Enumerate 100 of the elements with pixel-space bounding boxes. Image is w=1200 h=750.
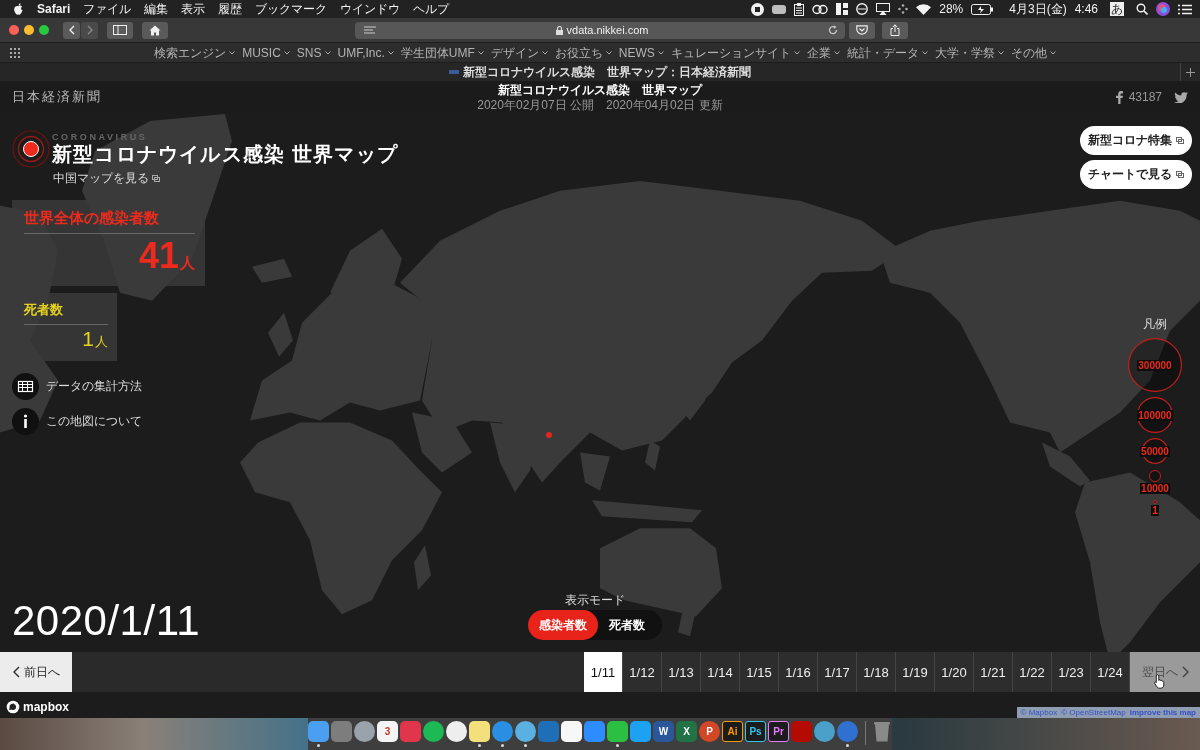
bookmark-folder[interactable]: 統計・データ xyxy=(846,45,928,60)
map-title: 新型コロナウイルス感染 世界マップ xyxy=(52,142,398,167)
newspaper-logo[interactable]: 日本経済新聞 xyxy=(12,88,102,106)
clipboard-icon[interactable] xyxy=(794,2,805,16)
legend-label: 10000 xyxy=(1140,483,1170,494)
reload-icon[interactable] xyxy=(828,25,838,35)
menu-list-icon[interactable] xyxy=(1178,3,1192,15)
sphere-icon[interactable] xyxy=(1156,2,1170,16)
back-button[interactable] xyxy=(63,21,80,39)
app-icon[interactable]: Ai xyxy=(722,721,743,742)
app-icon[interactable] xyxy=(515,721,536,742)
facebook-icon[interactable] xyxy=(1115,90,1123,104)
battery-icon[interactable] xyxy=(971,3,994,15)
stat-label: 死者数 xyxy=(24,301,108,325)
ring-logo-icon xyxy=(6,700,20,714)
menu-item[interactable]: ウインドウ xyxy=(340,0,401,18)
trash-icon[interactable] xyxy=(874,721,891,742)
app-icon[interactable] xyxy=(446,721,467,742)
home-button[interactable] xyxy=(142,21,168,39)
feature-link-button[interactable]: 新型コロナ特集 xyxy=(1080,126,1192,155)
app-icon[interactable] xyxy=(607,721,628,742)
menu-bar-date[interactable]: 4月3日(金) xyxy=(1009,0,1067,18)
app-icon[interactable]: Ps xyxy=(745,721,766,742)
sidebar-button[interactable] xyxy=(107,21,133,39)
grid-icon[interactable] xyxy=(10,47,20,58)
mapbox-logo[interactable]: mapbox xyxy=(6,700,69,714)
bookmark-folder[interactable]: キュレーションサイト xyxy=(670,45,800,60)
menu-item[interactable]: ブックマーク xyxy=(255,0,328,18)
map-background[interactable] xyxy=(0,113,1200,718)
rounded-tile-icon[interactable] xyxy=(772,4,787,14)
bookmark-folder[interactable]: お役立ち xyxy=(554,45,612,60)
app-icon[interactable]: P xyxy=(699,721,720,742)
chevron-down-icon xyxy=(229,50,236,55)
app-icon[interactable]: 3 xyxy=(377,721,398,742)
app-icon[interactable]: X xyxy=(676,721,697,742)
info-link[interactable]: データの集計方法 xyxy=(12,373,142,400)
wifi-icon[interactable] xyxy=(916,3,932,15)
app-icon[interactable] xyxy=(354,721,375,742)
minimize-window-icon[interactable] xyxy=(24,25,34,35)
case-marker-icon[interactable] xyxy=(546,432,552,438)
page-title: 新型コロナウイルス感染 世界マップ xyxy=(498,82,702,98)
display-mode-toggle[interactable]: 感染者数 死者数 xyxy=(528,610,662,640)
date-tab[interactable]: 1/11 xyxy=(584,652,623,692)
bookmark-folder[interactable]: デザイン xyxy=(490,45,548,60)
info-link[interactable]: この地図について xyxy=(12,408,142,435)
dots-icon[interactable] xyxy=(898,4,909,14)
input-mode-indicator[interactable]: あ xyxy=(1110,2,1124,16)
bookmark-folder[interactable]: その他 xyxy=(1010,45,1056,60)
bookmark-folder[interactable]: 大学・学祭 xyxy=(934,45,1004,60)
apple-logo-icon[interactable] xyxy=(13,2,24,16)
bookmark-folder[interactable]: MUSIC xyxy=(242,45,290,60)
stop-circle-icon[interactable] xyxy=(751,2,765,16)
menu-item[interactable]: 履歴 xyxy=(218,0,243,18)
menu-item[interactable]: 編集 xyxy=(144,0,169,18)
published-date: 2020年02月07日 公開 xyxy=(477,97,594,112)
app-icon[interactable] xyxy=(423,721,444,742)
airplay-icon[interactable] xyxy=(876,3,891,15)
bookmark-folder[interactable]: UMF,Inc. xyxy=(337,45,394,60)
chevron-down-icon xyxy=(833,50,840,55)
menu-item[interactable]: 表示 xyxy=(181,0,206,18)
window-layout-icon[interactable] xyxy=(836,3,849,15)
external-link-icon xyxy=(152,175,160,182)
search-icon[interactable] xyxy=(1136,3,1148,15)
bookmark-folder[interactable]: NEWS xyxy=(618,45,664,60)
rings-icon[interactable] xyxy=(812,3,829,15)
app-icon[interactable]: Pr xyxy=(768,721,789,742)
address-bar[interactable]: vdata.nikkei.com xyxy=(355,21,845,39)
bookmark-folder[interactable]: SNS xyxy=(296,45,331,60)
sidebar-icon xyxy=(113,25,127,35)
mode-option[interactable]: 死者数 xyxy=(598,610,656,640)
chevron-down-icon xyxy=(387,50,394,55)
bookmark-folder[interactable]: 企業 xyxy=(806,45,840,60)
menu-bar-clock[interactable]: 4:46 xyxy=(1074,2,1098,16)
url-text[interactable]: vdata.nikkei.com xyxy=(376,24,828,36)
twitter-bird-icon[interactable] xyxy=(1174,91,1188,103)
stat-unit: 人 xyxy=(95,333,108,351)
chevron-right-icon xyxy=(1181,666,1189,678)
bookmark-folder[interactable]: 学生団体UMF xyxy=(400,45,484,60)
app-icon[interactable] xyxy=(469,721,490,742)
legend-label: 50000 xyxy=(1140,445,1170,457)
section-kicker: CORONAVIRUS xyxy=(52,132,149,142)
zoom-window-icon[interactable] xyxy=(39,25,49,35)
minus-circle-icon[interactable] xyxy=(856,3,869,15)
app-icon[interactable] xyxy=(561,721,582,742)
display-mode-label: 表示モード xyxy=(565,593,625,607)
china-map-link[interactable]: 中国マップを見る xyxy=(53,170,160,187)
close-window-icon[interactable] xyxy=(9,25,19,35)
menu-item[interactable]: ヘルプ xyxy=(413,0,450,18)
previous-day-button[interactable]: 前日へ xyxy=(0,652,72,692)
share-button[interactable] xyxy=(882,21,908,39)
bookmark-folder[interactable]: 検索エンジン xyxy=(154,45,236,60)
current-date: 2020/1/11 xyxy=(12,597,201,645)
save-button[interactable] xyxy=(849,21,875,39)
updated-date: 2020年04月02日 更新 xyxy=(606,97,723,112)
mode-option[interactable]: 感染者数 xyxy=(528,610,598,640)
feature-link-button[interactable]: チャートで見る xyxy=(1080,160,1192,189)
app-icon[interactable]: W xyxy=(653,721,674,742)
menu-item[interactable]: ファイル xyxy=(83,0,132,18)
legend-circle-icon xyxy=(1149,470,1161,482)
menu-item[interactable]: Safari xyxy=(37,2,71,16)
